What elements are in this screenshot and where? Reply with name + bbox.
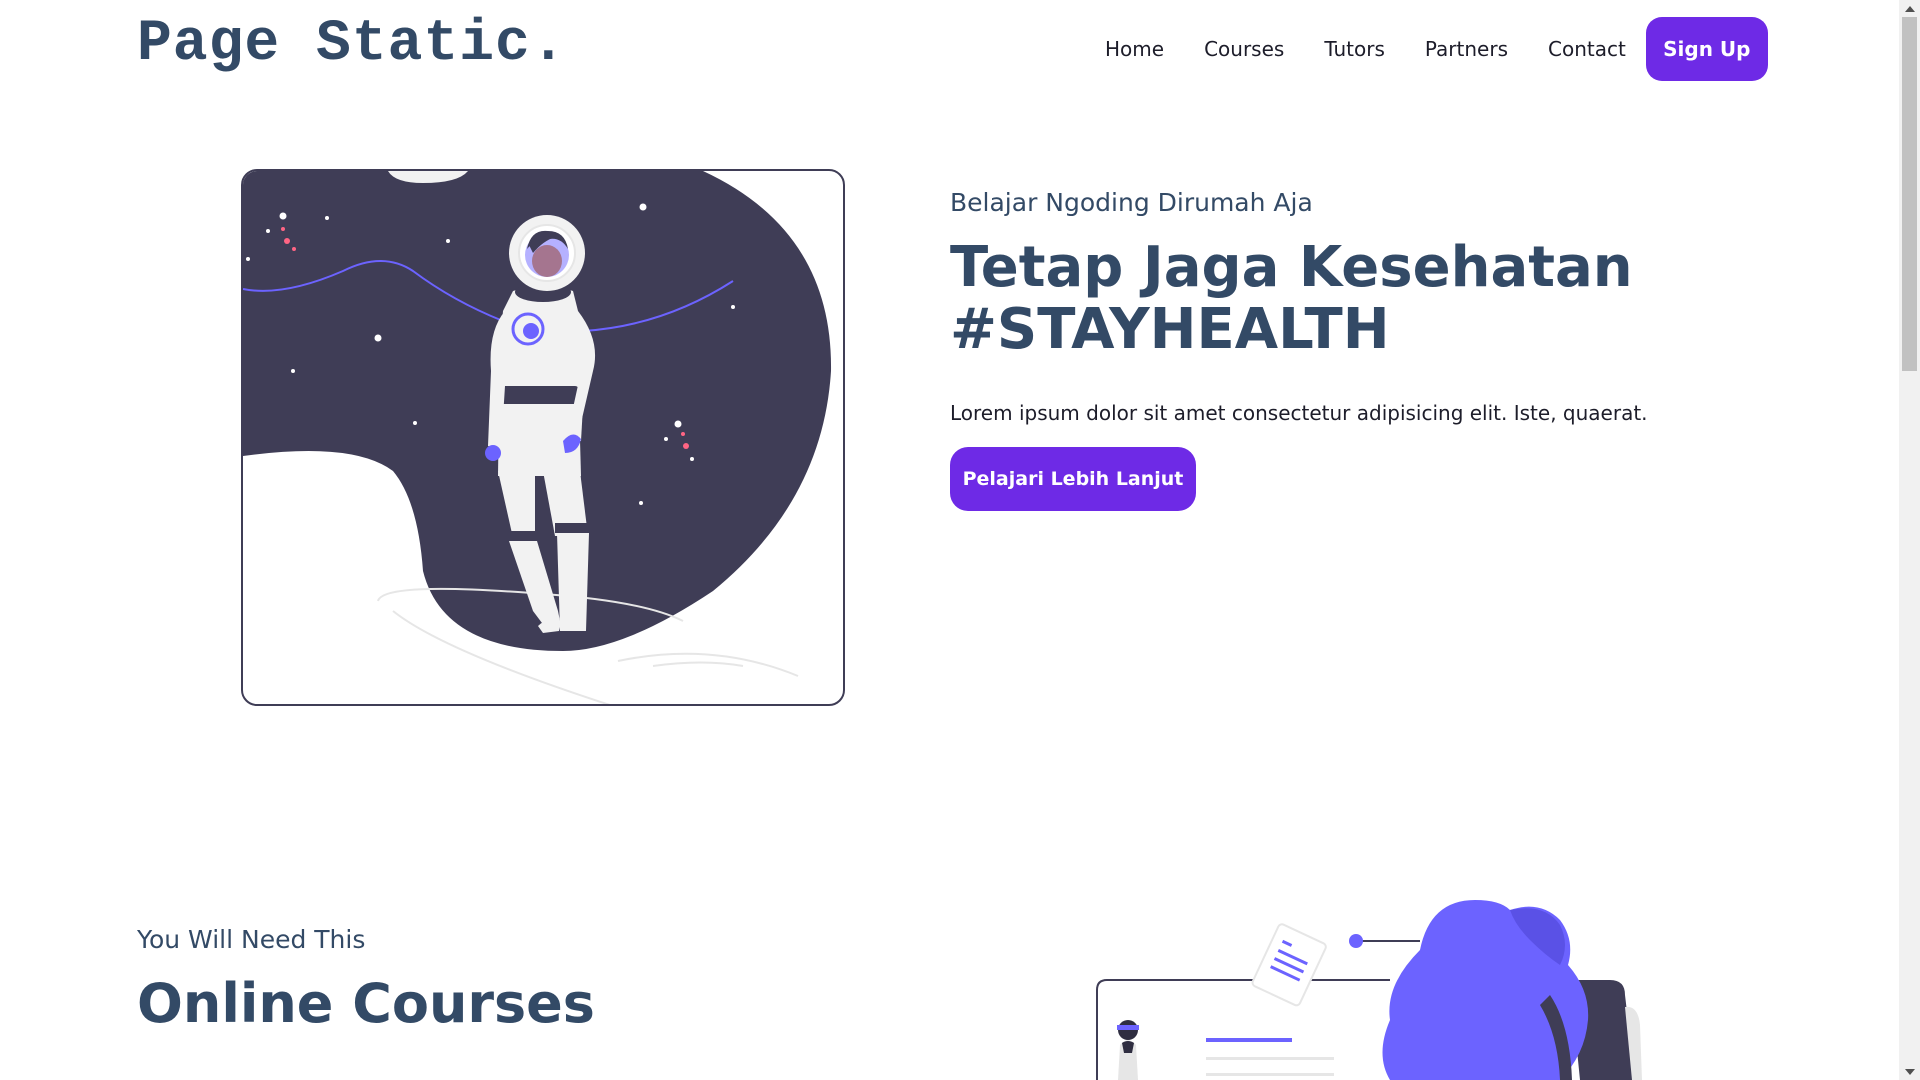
scroll-down-arrow[interactable] — [1899, 1063, 1920, 1080]
hero-title-line1: Tetap Jaga Kesehatan — [950, 235, 1633, 300]
learn-more-button[interactable]: Pelajari Lebih Lanjut — [950, 447, 1196, 511]
courses-subtitle: You Will Need This — [137, 925, 366, 954]
hero-title-line2: #STAYHEALTH — [950, 297, 1390, 362]
scroll-up-arrow[interactable] — [1899, 0, 1920, 17]
hero-subtitle: Belajar Ngoding Dirumah Aja — [950, 188, 1313, 217]
main-nav: Home Courses Tutors Partners Contact Sig… — [1090, 17, 1768, 81]
sign-up-button[interactable]: Sign Up — [1645, 17, 1768, 81]
nav-link-contact[interactable]: Contact — [1548, 37, 1626, 61]
hero-illustration-card — [241, 169, 845, 706]
nav-link-courses[interactable]: Courses — [1204, 37, 1284, 61]
hero-text: Belajar Ngoding Dirumah Aja Tetap Jaga K… — [950, 188, 1710, 511]
nav-link-home[interactable]: Home — [1105, 37, 1164, 61]
hero-description: Lorem ipsum dolor sit amet consectetur a… — [950, 401, 1648, 425]
navbar: Page Static. Home Courses Tutors Partner… — [0, 0, 1899, 100]
online-courses-illustration — [1090, 895, 1690, 1080]
nav-link-tutors[interactable]: Tutors — [1324, 37, 1385, 61]
scroll-thumb[interactable] — [1902, 17, 1917, 371]
astronaut-illustration — [243, 171, 832, 704]
nav-link-partners[interactable]: Partners — [1425, 37, 1508, 61]
hero-title: Tetap Jaga Kesehatan #STAYHEALTH — [950, 237, 1710, 361]
courses-title: Online Courses — [137, 972, 595, 1035]
site-logo[interactable]: Page Static. — [137, 12, 567, 77]
page: Page Static. Home Courses Tutors Partner… — [0, 0, 1899, 1080]
vertical-scrollbar[interactable] — [1899, 0, 1920, 1080]
courses-section: You Will Need This Online Courses — [137, 925, 595, 1035]
